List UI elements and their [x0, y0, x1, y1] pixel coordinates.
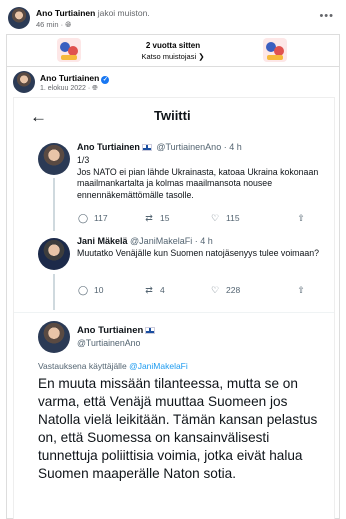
- tweet-nav-bar: ← Twiitti: [14, 98, 334, 134]
- tweet-time: · 4 h: [223, 142, 242, 152]
- post-header: Ano Turtiainen jakoi muiston. 46 min · 🌐…: [8, 6, 338, 32]
- post-author-line: Ano Turtiainen jakoi muiston.: [36, 8, 150, 18]
- tweet-screenshot[interactable]: ← Twiitti Ano Turtiainen @TurtiainenAno …: [13, 97, 335, 519]
- main-tweet-text: En muuta missään tilanteessa, mutta se o…: [38, 376, 318, 481]
- tweet-author-avatar: [38, 238, 70, 270]
- author-avatar[interactable]: [8, 7, 30, 29]
- chevron-right-icon: ❯: [198, 52, 205, 61]
- facebook-post: Ano Turtiainen jakoi muiston. 46 min · 🌐…: [0, 0, 346, 519]
- shared-post: Ano Turtiainen ✓ 1. elokuu 2022 · 🌐︎ ← Tw…: [6, 66, 340, 519]
- heart-icon: ♡: [210, 213, 220, 223]
- thread-tweet-2: Jani Mäkelä @JaniMakelaFi · 4 h Muutatko…: [14, 234, 334, 310]
- post-timestamp[interactable]: 46 min · 🌐︎: [36, 20, 71, 30]
- globe-icon: 🌐︎: [65, 20, 72, 29]
- verified-badge-icon: ✓: [101, 76, 110, 84]
- shared-post-date[interactable]: 1. elokuu 2022 · 🌐︎: [40, 85, 98, 93]
- thread-tweet-1: Ano Turtiainen @TurtiainenAno · 4 h 1/3 …: [14, 138, 334, 231]
- tweet-author-name: Ano Turtiainen: [77, 142, 140, 152]
- memory-title: 2 vuotta sitten: [145, 41, 201, 50]
- reply-count: 10: [94, 285, 104, 295]
- shared-post-header: Ano Turtiainen ✓ 1. elokuu 2022 · 🌐︎: [13, 71, 333, 97]
- tweet-actions: ◯ 117 ⇄ 15 ♡ 115 ⇧: [77, 213, 317, 227]
- arrow-left-icon: ←: [30, 107, 47, 126]
- tweet-actions: ◯ 10 ⇄ 4 ♡ 228 ⇧: [77, 285, 317, 299]
- reply-action: ◯ 117: [77, 213, 108, 224]
- like-action: ♡ 115: [209, 213, 240, 224]
- retweet-action: ⇄ 15: [143, 213, 169, 224]
- share-icon: ⇧: [297, 213, 305, 223]
- tweet-author-avatar: [38, 143, 70, 175]
- memory-banner: 2 vuotta sitten Katso muistojasi ❯: [6, 34, 340, 66]
- main-tweet-author-name: Ano Turtiainen: [77, 325, 144, 336]
- retweet-icon: ⇄: [145, 285, 153, 295]
- tweet-time: · 4 h: [194, 236, 213, 246]
- shared-date-text: 1. elokuu 2022: [40, 85, 86, 92]
- shared-author-line: Ano Turtiainen ✓: [40, 73, 110, 84]
- globe-icon: 🌐︎: [92, 85, 98, 92]
- post-action: jakoi muiston.: [97, 8, 150, 18]
- reply-to-link: @JaniMakelaFi: [129, 361, 188, 371]
- retweet-count: 4: [160, 285, 165, 295]
- main-tweet: Ano Turtiainen @TurtiainenAno Vastauksen…: [14, 315, 334, 519]
- shared-author-avatar[interactable]: [13, 71, 35, 93]
- thread-line: [53, 178, 55, 231]
- heart-icon: ♡: [210, 285, 220, 295]
- tweet-handle: @TurtiainenAno: [156, 142, 222, 152]
- tweet-text: 1/3 Jos NATO ei pian lähde Ukrainasta, k…: [77, 155, 319, 200]
- tweet-header: Ano Turtiainen @TurtiainenAno · 4 h: [77, 142, 242, 152]
- reply-icon: ◯: [77, 213, 89, 223]
- retweet-action: ⇄ 4: [143, 285, 165, 296]
- reply-prefix: Vastauksena käyttäjälle: [38, 361, 127, 371]
- divider: [14, 312, 334, 313]
- tweet-author-avatar: [38, 321, 70, 353]
- shared-author-name[interactable]: Ano Turtiainen: [40, 73, 99, 83]
- reply-count: 117: [94, 213, 108, 223]
- thread-line: [53, 274, 55, 310]
- like-count: 115: [226, 213, 240, 223]
- reply-action: ◯ 10: [77, 285, 104, 296]
- memory-link-text: Katso muistojasi: [141, 52, 197, 61]
- more-dots-icon[interactable]: •••: [319, 10, 334, 22]
- retweet-icon: ⇄: [145, 213, 153, 223]
- tweet-screen-title: Twiitti: [154, 108, 191, 123]
- main-tweet-author: Ano Turtiainen: [77, 325, 157, 336]
- post-author-name[interactable]: Ano Turtiainen: [36, 8, 95, 18]
- memory-link[interactable]: Katso muistojasi ❯: [7, 52, 339, 61]
- memory-illustration-right: [263, 38, 287, 62]
- like-action: ♡ 228: [209, 285, 240, 296]
- retweet-count: 15: [160, 213, 170, 223]
- main-tweet-handle: @TurtiainenAno: [77, 338, 141, 348]
- share-icon: ⇧: [297, 285, 305, 295]
- finland-flag-icon: [145, 327, 156, 334]
- tweet-text: Muutatko Venäjälle kun Suomen natojäseny…: [77, 248, 320, 258]
- post-time-text: 46 min: [36, 20, 59, 29]
- reply-context: Vastauksena käyttäjälle @JaniMakelaFi: [38, 361, 188, 371]
- like-count: 228: [226, 285, 241, 295]
- tweet-author-name: Jani Mäkelä: [77, 236, 128, 246]
- tweet-header: Jani Mäkelä @JaniMakelaFi · 4 h: [77, 236, 213, 246]
- tweet-handle: @JaniMakelaFi: [130, 236, 193, 246]
- finland-flag-icon: [141, 144, 152, 151]
- reply-icon: ◯: [77, 285, 89, 295]
